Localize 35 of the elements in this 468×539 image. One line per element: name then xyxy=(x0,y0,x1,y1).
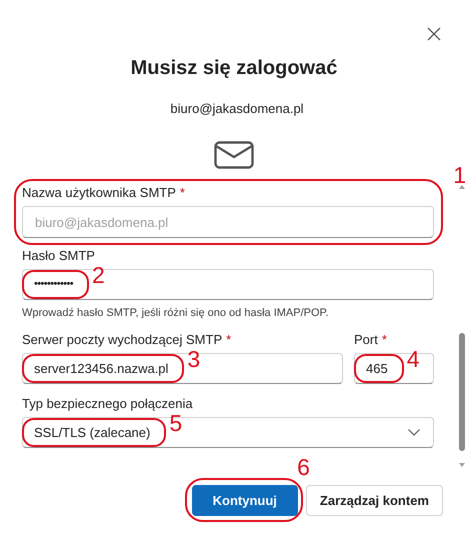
annotation-number: 1 xyxy=(453,163,466,187)
dialog-title: Musisz się zalogować xyxy=(130,56,338,81)
annotation-ring xyxy=(22,270,90,299)
chevron-down-icon xyxy=(408,429,420,436)
close-button[interactable] xyxy=(427,27,441,41)
field-value: SSL/TLS (zalecane) xyxy=(34,425,150,440)
field-label: Port xyxy=(354,332,378,348)
annotation-number: 5 xyxy=(169,411,182,435)
scrollbar[interactable] xyxy=(458,183,466,469)
annotation-number: 3 xyxy=(187,347,200,371)
field-value: 465 xyxy=(366,361,388,376)
input-field[interactable] xyxy=(354,353,434,384)
required-mark: * xyxy=(226,332,232,348)
continue-button[interactable]: Kontynuuj xyxy=(192,485,298,516)
password-field[interactable] xyxy=(22,269,434,300)
field-value: •••••••••••• xyxy=(34,278,74,290)
manage-account-button[interactable]: Zarządzaj kontem xyxy=(306,485,443,516)
input-field[interactable] xyxy=(22,353,343,384)
field-label: Serwer poczty wychodzącej SMTP xyxy=(22,332,222,348)
annotation-ring xyxy=(354,354,404,383)
close-icon xyxy=(427,27,441,41)
required-mark: * xyxy=(180,185,185,201)
input-field[interactable]: biuro@jakasdomena.pl xyxy=(22,206,434,238)
annotation-number: 2 xyxy=(92,263,104,287)
field-label: Nazwa użytkownika SMTP xyxy=(22,185,176,201)
required-mark: * xyxy=(382,332,387,348)
envelope-icon xyxy=(214,141,254,169)
field-value: server123456.nazwa.pl xyxy=(34,361,168,376)
select-field[interactable] xyxy=(22,417,434,448)
field-label: Hasło SMTP xyxy=(22,248,95,264)
hint-text: Wprowadź hasło SMTP, jeśli różni się ono od hasła IMAP/POP. xyxy=(22,306,330,320)
field-label: Typ bezpiecznego połączenia xyxy=(22,396,193,412)
annotation-number: 6 xyxy=(297,455,310,479)
account-email: biuro@jakasdomena.pl xyxy=(169,101,305,117)
annotation-number: 4 xyxy=(406,347,420,371)
